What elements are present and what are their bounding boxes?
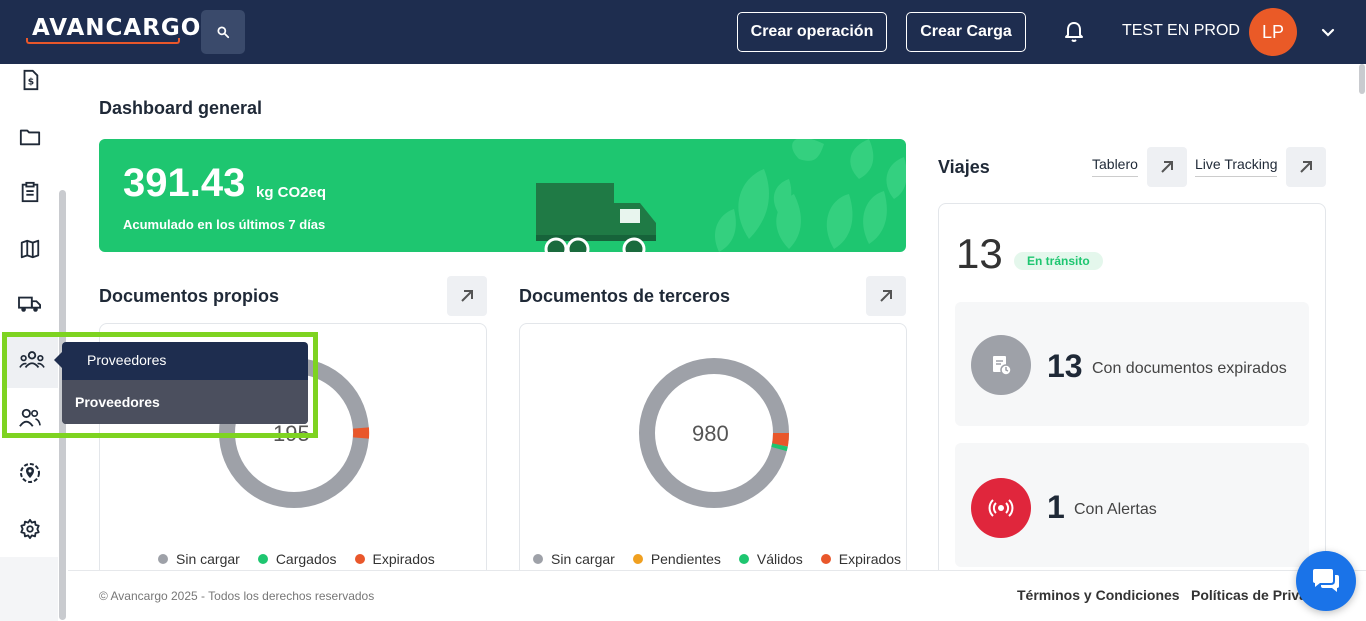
own-docs-title: Documentos propios: [99, 286, 280, 306]
arrow-up-right-icon: [1300, 161, 1312, 173]
bell-icon[interactable]: [1062, 20, 1086, 44]
third-docs-title: Documentos de terceros: [519, 286, 731, 306]
alerts-count: 1: [1047, 489, 1065, 525]
create-cargo-button[interactable]: Crear Carga: [906, 12, 1026, 52]
legend-item: Sin cargar: [533, 551, 615, 567]
legend-dot: [354, 554, 365, 565]
co2-subtitle: Acumulado en los últimos 7 días: [123, 217, 326, 232]
alerts-stat[interactable]: 1 Con Alertas: [955, 443, 1309, 567]
arrow-up-right-icon: [461, 290, 473, 302]
clipboard-icon: [21, 181, 39, 203]
location-icon: [20, 463, 40, 483]
truck-illustration: [536, 183, 656, 252]
alerts-icon: [971, 478, 1031, 538]
sidebar: $: [0, 64, 58, 557]
legend-item: Sin cargar: [158, 551, 240, 567]
page-scroll-thumb[interactable]: [1359, 64, 1365, 94]
arrow-up-right-icon: [1161, 161, 1173, 173]
third-docs-total: 980: [692, 421, 729, 446]
expired-docs-count: 13: [1047, 348, 1083, 384]
leaves-illustration: [714, 139, 906, 252]
legend-dot: [632, 554, 643, 565]
legend-dot: [158, 554, 168, 565]
copyright-text: © Avancargo 2025 - Todos los derechos re…: [99, 589, 375, 603]
chat-button[interactable]: [1296, 551, 1356, 611]
privacy-link[interactable]: Políticas de Priva: [1191, 587, 1307, 603]
sidebar-item-operations[interactable]: [16, 178, 44, 206]
terms-link[interactable]: Términos y Condiciones: [1017, 587, 1180, 603]
legend-item: Válidos: [738, 551, 803, 567]
search-button[interactable]: [201, 10, 245, 54]
page-title: Dashboard general: [99, 98, 263, 118]
sidebar-item-locations[interactable]: [16, 459, 44, 487]
in-transit-count: 13: [956, 230, 1003, 277]
document-clock-icon: [993, 356, 1012, 376]
sidebar-item-invoices[interactable]: $: [16, 66, 44, 94]
legend-label: Expirados: [838, 551, 902, 567]
legend-dot: [738, 554, 749, 565]
legend-label: Pendientes: [650, 551, 721, 567]
invoice-icon: $: [23, 69, 39, 91]
third-docs-card: 980: [519, 323, 907, 583]
arrow-up-right-icon: [880, 290, 892, 302]
tablero-open-button[interactable]: [1147, 147, 1187, 187]
own-docs-legend: Sin cargar Cargados Expirados: [158, 551, 435, 567]
co2-value: 391.43: [123, 161, 246, 205]
top-bar: AVANCARGO Crear operación Crear Carga TE…: [0, 0, 1366, 64]
sidebar-item-settings[interactable]: [16, 515, 44, 543]
flyout-title: Proveedores: [87, 352, 167, 368]
legend-dot: [820, 554, 831, 565]
third-docs-open-button[interactable]: [866, 276, 906, 316]
in-transit-badge: En tránsito: [1014, 252, 1103, 270]
gear-icon: [20, 518, 40, 540]
folder-icon: [19, 129, 41, 146]
legend-label: Sin cargar: [551, 551, 615, 567]
own-docs-open-button[interactable]: [447, 276, 487, 316]
third-docs-expired-slice: [772, 432, 789, 447]
legend-dot: [257, 554, 268, 565]
legend-label: Expirados: [372, 551, 435, 567]
legend-label: Cargados: [275, 551, 337, 567]
live-tracking-open-button[interactable]: [1286, 147, 1326, 187]
svg-text:$: $: [28, 77, 34, 88]
avatar[interactable]: LP: [1249, 8, 1297, 56]
page-scrollbar[interactable]: [1358, 64, 1366, 570]
sidebar-item-folders[interactable]: [16, 123, 44, 151]
legend-label: Válidos: [756, 551, 803, 567]
chat-icon: [1313, 569, 1339, 592]
legend-dot: [533, 554, 543, 565]
third-docs-legend: Sin cargar Pendientes Válidos Expirados: [533, 551, 901, 567]
third-docs-valid-slice: [771, 443, 788, 452]
viajes-title: Viajes: [938, 157, 990, 177]
create-operation-button[interactable]: Crear operación: [737, 12, 887, 52]
legend-item: Pendientes: [632, 551, 721, 567]
legend-item: Expirados: [820, 551, 902, 567]
search-icon: [217, 26, 230, 39]
sidebar-item-trucks[interactable]: [16, 290, 44, 318]
expired-docs-label: Con documentos expirados: [1092, 360, 1287, 377]
live-tracking-link[interactable]: Live Tracking: [1195, 156, 1278, 177]
map-icon: [20, 239, 40, 259]
alert-signal-icon: [988, 499, 1014, 517]
expired-docs-icon: [971, 335, 1031, 395]
providers-flyout: Proveedores Proveedores: [54, 342, 308, 424]
co2-unit: kg CO2eq: [256, 184, 327, 201]
avancargo-logo[interactable]: AVANCARGO: [26, 14, 200, 46]
legend-item: Expirados: [354, 551, 435, 567]
flyout-item-providers[interactable]: Proveedores: [62, 380, 308, 424]
sidebar-item-map[interactable]: [16, 235, 44, 263]
truck-icon: [18, 296, 41, 312]
user-name[interactable]: TEST EN PROD: [1122, 22, 1240, 40]
expired-docs-stat[interactable]: 13 Con documentos expirados: [955, 302, 1309, 426]
logo-underline: [26, 38, 180, 44]
chevron-down-icon[interactable]: [1320, 24, 1336, 40]
co2-card: 391.43 kg CO2eq Acumulado en los últimos…: [99, 139, 906, 252]
legend-label: Sin cargar: [176, 551, 240, 567]
alerts-label: Con Alertas: [1074, 501, 1157, 518]
tablero-link[interactable]: Tablero: [1092, 156, 1138, 177]
legend-item: Cargados: [257, 551, 337, 567]
